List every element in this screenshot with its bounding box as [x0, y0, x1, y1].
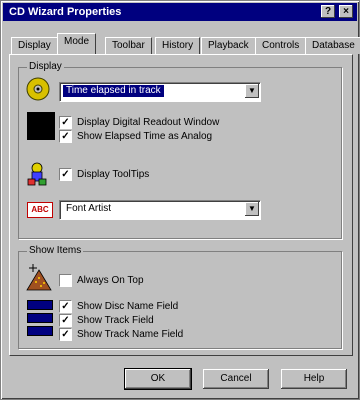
close-icon[interactable]: ×: [339, 5, 353, 18]
show-items-group: Show Items Always On Top ✓ Show Disc Nam…: [18, 245, 342, 349]
tab-toolbar[interactable]: Toolbar: [105, 37, 152, 54]
checkbox-label: Display ToolTips: [77, 169, 150, 180]
checkbox-label: Show Disc Name Field: [77, 301, 179, 312]
mode-combo[interactable]: Time elapsed in track ▼: [59, 82, 261, 102]
always-on-top-checkbox[interactable]: Always On Top: [59, 274, 144, 287]
checkbox-box: ✓: [59, 314, 72, 327]
checkbox-label: Display Digital Readout Window: [77, 117, 220, 128]
disc-field-icon: [27, 300, 53, 310]
track-field-checkbox[interactable]: ✓ Show Track Field: [59, 314, 154, 327]
font-abc-icon: ABC: [27, 202, 53, 218]
tab-controls[interactable]: Controls: [255, 37, 307, 54]
properties-window: CD Wizard Properties ? × Display Mode To…: [0, 0, 360, 400]
track-name-field-checkbox[interactable]: ✓ Show Track Name Field: [59, 328, 183, 341]
cancel-button[interactable]: Cancel: [203, 369, 269, 389]
tooltip-figure-icon: [27, 162, 47, 186]
always-on-top-icon: [26, 264, 52, 291]
mode-combo-value: Time elapsed in track: [63, 85, 164, 97]
display-group: Display Time elapsed in track ▼ ✓ Displa…: [18, 61, 342, 239]
track-name-field-icon: [27, 326, 53, 336]
disc-icon: [26, 77, 50, 101]
window-title: CD Wizard Properties: [9, 6, 122, 18]
chevron-down-icon[interactable]: ▼: [245, 84, 259, 98]
digital-readout-checkbox[interactable]: ✓ Display Digital Readout Window: [59, 116, 219, 129]
checkbox-label: Show Elapsed Time as Analog: [77, 131, 213, 142]
help-button[interactable]: Help: [281, 369, 347, 389]
tooltips-checkbox[interactable]: ✓ Display ToolTips: [59, 168, 149, 181]
tab-history[interactable]: History: [155, 37, 201, 54]
tab-panel: Display Time elapsed in track ▼ ✓ Displa…: [9, 54, 353, 356]
ok-button[interactable]: OK: [124, 368, 192, 390]
help-icon[interactable]: ?: [321, 5, 335, 18]
tab-playback[interactable]: Playback: [201, 37, 256, 54]
title-bar[interactable]: CD Wizard Properties ? ×: [3, 3, 357, 21]
tab-mode[interactable]: Mode: [57, 33, 97, 54]
checkbox-label: Always On Top: [77, 275, 144, 286]
chevron-down-icon[interactable]: ▼: [245, 202, 259, 216]
tab-display[interactable]: Display: [11, 37, 58, 54]
show-items-legend: Show Items: [27, 245, 84, 256]
checkbox-box: ✓: [59, 328, 72, 341]
checkbox-box: [59, 274, 72, 287]
checkbox-label: Show Track Field: [77, 315, 154, 326]
checkbox-box: ✓: [59, 130, 72, 143]
display-group-legend: Display: [27, 61, 64, 72]
disc-name-field-checkbox[interactable]: ✓ Show Disc Name Field: [59, 300, 178, 313]
tab-strip: Display Mode Toolbar History Playback Co…: [9, 31, 360, 55]
field-preview-icons: [27, 300, 53, 338]
readout-preview: [27, 112, 55, 140]
checkbox-box: ✓: [59, 300, 72, 313]
track-field-icon: [27, 313, 53, 323]
checkbox-box: ✓: [59, 116, 72, 129]
analog-time-checkbox[interactable]: ✓ Show Elapsed Time as Analog: [59, 130, 212, 143]
tab-database[interactable]: Database: [305, 37, 360, 54]
checkbox-box: ✓: [59, 168, 72, 181]
checkbox-label: Show Track Name Field: [77, 329, 184, 340]
font-combo[interactable]: Font Artist ▼: [59, 200, 261, 220]
font-combo-value: Font Artist: [66, 203, 112, 214]
